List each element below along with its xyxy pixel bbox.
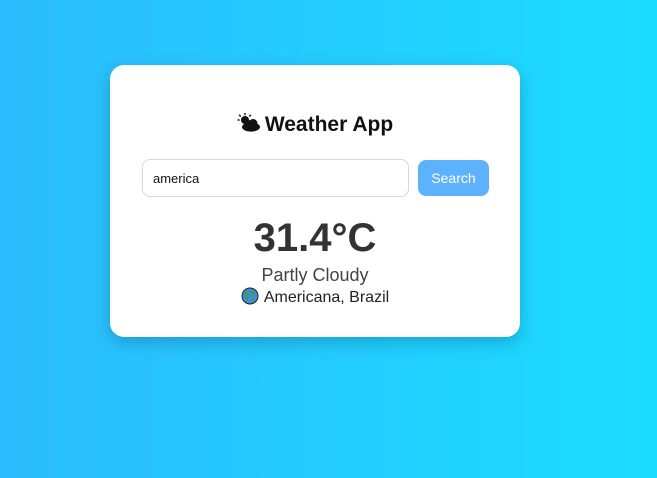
location-line: Americana, Brazil: [110, 287, 520, 310]
globe-icon: [241, 287, 259, 310]
weather-card: Weather App Search 31.4°C Partly Cloudy …: [110, 65, 520, 337]
sun-behind-cloud-icon: [237, 113, 261, 139]
location-text: Americana, Brazil: [263, 289, 390, 306]
app-title-text: Weather App: [264, 113, 394, 136]
city-search-input[interactable]: [142, 159, 409, 197]
app-title: Weather App: [110, 113, 520, 139]
temperature-value: 31.4°C: [253, 216, 377, 260]
weather-condition: Partly Cloudy: [261, 265, 369, 285]
search-button[interactable]: Search: [418, 160, 489, 196]
